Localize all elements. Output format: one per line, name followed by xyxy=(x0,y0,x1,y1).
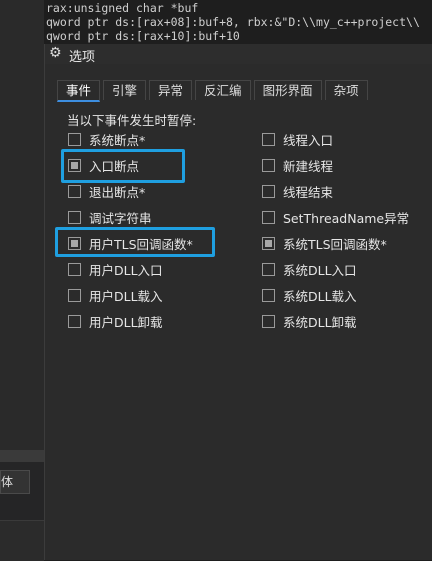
code-view[interactable]: rax:unsigned char *buf qword ptr ds:[rax… xyxy=(44,0,432,44)
option-user-dll-unload[interactable]: 用户DLL卸载 xyxy=(68,312,163,330)
option-setthreadname-exception[interactable]: SetThreadName异常 xyxy=(262,208,409,226)
option-label: 系统TLS回调函数* xyxy=(283,236,387,252)
checkbox[interactable] xyxy=(262,158,275,172)
tab-disassembly[interactable]: 反汇编 xyxy=(195,80,251,100)
option-thread-entry[interactable]: 线程入口 xyxy=(262,130,333,148)
left-panel-divider xyxy=(0,450,44,462)
tab-misc[interactable]: 杂项 xyxy=(324,80,368,100)
option-user-dll-load[interactable]: 用户DLL载入 xyxy=(68,286,163,304)
gear-icon: ⚙ xyxy=(49,45,62,61)
checkbox[interactable] xyxy=(262,262,275,276)
option-label: 用户DLL卸载 xyxy=(89,314,163,330)
dialog-title: 选项 xyxy=(69,50,96,65)
option-label: 系统DLL入口 xyxy=(283,262,357,278)
option-label: 系统DLL卸载 xyxy=(283,314,357,330)
tab-exceptions[interactable]: 异常 xyxy=(149,80,193,100)
code-line: qword ptr ds:[rax+08]:buf+8, rbx:&"D:\\m… xyxy=(46,15,420,29)
option-system-breakpoint[interactable]: 系统断点* xyxy=(68,130,145,148)
option-system-dll-load[interactable]: 系统DLL载入 xyxy=(262,286,357,304)
highlight-user-tls-callback xyxy=(55,227,215,257)
option-thread-create[interactable]: 新建线程 xyxy=(262,156,333,174)
checkbox[interactable] xyxy=(262,132,275,146)
option-system-dll-unload[interactable]: 系统DLL卸载 xyxy=(262,312,357,330)
checkbox[interactable] xyxy=(262,210,275,224)
checkbox[interactable] xyxy=(68,262,81,276)
highlight-entry-breakpoint xyxy=(61,149,185,183)
option-label: 线程入口 xyxy=(283,132,334,148)
checkbox[interactable] xyxy=(68,210,81,224)
checkbox[interactable] xyxy=(68,132,81,146)
tab-engine[interactable]: 引擎 xyxy=(103,80,147,100)
option-label: SetThreadName异常 xyxy=(283,210,410,226)
option-thread-exit[interactable]: 线程结束 xyxy=(262,182,333,200)
option-label: 退出断点* xyxy=(89,184,146,200)
events-heading: 当以下事件发生时暂停: xyxy=(67,113,197,128)
code-line: rax:unsigned char *buf xyxy=(46,1,199,15)
left-panel-label[interactable]: 体 xyxy=(0,470,30,494)
checkbox[interactable] xyxy=(68,288,81,302)
checkbox[interactable] xyxy=(68,184,81,198)
checkbox[interactable] xyxy=(68,314,81,328)
option-label: 调试字符串 xyxy=(89,210,152,226)
options-dialog: ⚙ 选项 事件 引擎 异常 反汇编 图形界面 杂项 当以下事件发生时暂停: 系统… xyxy=(44,44,432,560)
checkbox[interactable] xyxy=(262,184,275,198)
checkbox[interactable] xyxy=(262,236,275,250)
checkbox[interactable] xyxy=(262,288,275,302)
option-debug-string[interactable]: 调试字符串 xyxy=(68,208,152,226)
option-exit-breakpoint[interactable]: 退出断点* xyxy=(68,182,145,200)
left-panel-bottom xyxy=(0,520,44,561)
option-system-tls-callback[interactable]: 系统TLS回调函数* xyxy=(262,234,387,252)
tab-gui[interactable]: 图形界面 xyxy=(253,80,322,100)
option-label: 用户DLL入口 xyxy=(89,262,163,278)
dialog-titlebar[interactable]: ⚙ 选项 xyxy=(45,44,432,65)
checkbox[interactable] xyxy=(262,314,275,328)
option-label: 系统DLL载入 xyxy=(283,288,357,304)
option-label: 新建线程 xyxy=(283,158,334,174)
option-label: 线程结束 xyxy=(283,184,334,200)
option-user-dll-entry[interactable]: 用户DLL入口 xyxy=(68,260,163,278)
option-label: 系统断点* xyxy=(89,132,146,148)
left-panel-top xyxy=(0,0,45,450)
option-label: 用户DLL载入 xyxy=(89,288,163,304)
tab-events[interactable]: 事件 xyxy=(57,80,101,102)
option-system-dll-entry[interactable]: 系统DLL入口 xyxy=(262,260,357,278)
tab-bar: 事件 引擎 异常 反汇编 图形界面 杂项 xyxy=(57,80,371,102)
code-line: qword ptr ds:[rax+10]:buf+10 xyxy=(46,29,240,43)
